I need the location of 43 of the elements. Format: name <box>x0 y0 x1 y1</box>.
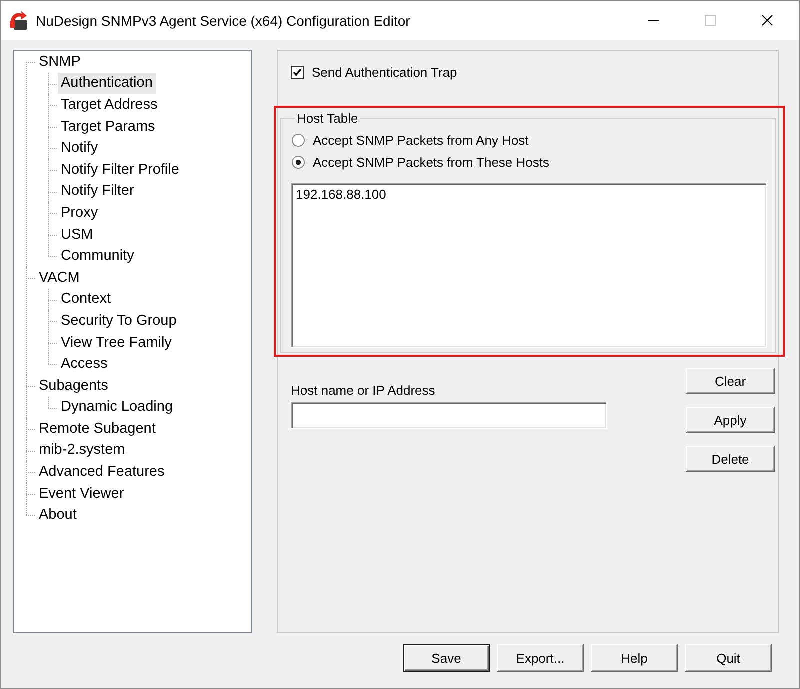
tree-item[interactable]: About <box>36 504 80 526</box>
dialog-button[interactable]: Export... <box>497 644 584 672</box>
tree-item[interactable]: SNMP <box>36 51 84 72</box>
tree-item[interactable]: Dynamic Loading <box>58 396 176 418</box>
tree-item[interactable]: Notify Filter <box>58 180 138 202</box>
tree-item[interactable]: Remote Subagent <box>36 418 159 440</box>
radio-label[interactable]: Accept SNMP Packets from These Hosts <box>313 154 550 170</box>
tree-item[interactable]: USM <box>58 224 96 246</box>
host-list-item[interactable]: 192.168.88.100 <box>296 187 762 203</box>
window-title: NuDesign SNMPv3 Agent Service (x64) Configuration Editor <box>36 12 412 28</box>
tree-item[interactable]: Event Viewer <box>36 483 128 504</box>
dialog-button[interactable]: Quit <box>685 644 772 672</box>
action-button[interactable]: Clear <box>686 368 775 394</box>
tree-item[interactable]: Access <box>58 354 111 375</box>
radio-button[interactable] <box>292 134 305 146</box>
group-title: Host Table <box>296 111 360 126</box>
tree-item[interactable]: Security To Group <box>58 310 180 332</box>
action-button[interactable]: Apply <box>686 407 775 433</box>
radio-button[interactable] <box>292 156 305 168</box>
tree-item[interactable]: Context <box>58 288 114 310</box>
app-icon <box>9 10 29 30</box>
tree-item[interactable]: Proxy <box>58 202 102 224</box>
tree-item[interactable]: Notify Filter Profile <box>58 159 182 180</box>
tree-item[interactable]: mib-2.system <box>36 440 128 461</box>
close-icon[interactable] <box>762 15 773 26</box>
radio-label[interactable]: Accept SNMP Packets from Any Host <box>313 132 529 148</box>
action-button[interactable]: Delete <box>686 446 775 472</box>
tree-item[interactable]: Authentication <box>58 72 156 94</box>
checkbox-label[interactable]: Send Authentication Trap <box>312 64 458 80</box>
tree-item[interactable]: Subagents <box>36 375 112 396</box>
tree-item[interactable]: Target Params <box>58 116 158 138</box>
dialog-button[interactable]: Help <box>591 644 678 672</box>
tree-item[interactable]: VACM <box>36 267 83 288</box>
tree-item[interactable]: Notify <box>58 138 102 159</box>
tree-item[interactable]: Target Address <box>58 94 161 116</box>
host-list[interactable]: 192.168.88.100 <box>291 183 767 348</box>
tree-item[interactable]: Community <box>58 246 138 267</box>
tree-item[interactable]: View Tree Family <box>58 332 175 354</box>
tree-item[interactable]: Advanced Features <box>36 462 168 483</box>
dialog-button[interactable]: Save <box>403 644 490 672</box>
field-label: Host name or IP Address <box>291 383 436 398</box>
checkbox[interactable] <box>291 66 304 78</box>
host-name-input[interactable] <box>291 402 607 429</box>
